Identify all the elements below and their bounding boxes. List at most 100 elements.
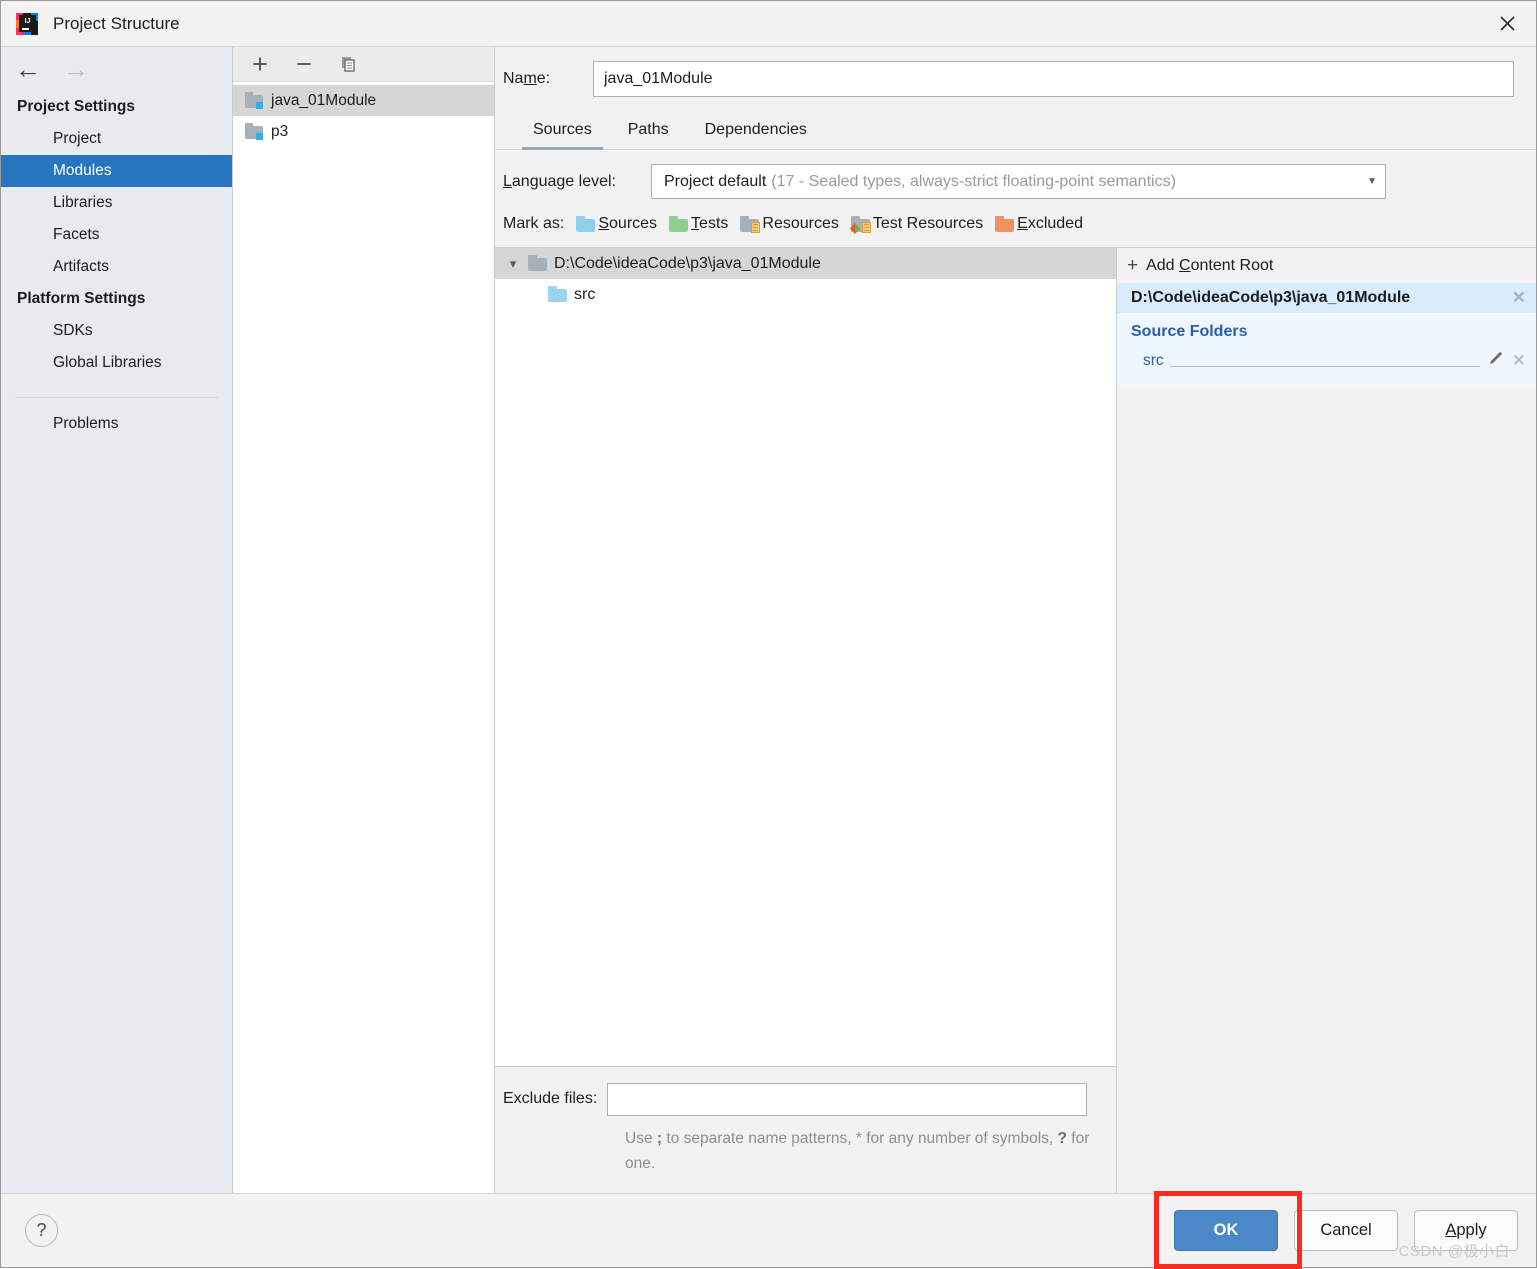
window-title: Project Structure [53,13,180,33]
language-level-label: Language level: [503,172,616,190]
exclude-hint-part-b: to separate name patterns, * for any num… [662,1129,988,1147]
mark-as-test-resources[interactable]: Test Resources [849,215,984,234]
content-root-entry[interactable]: D:\Code\ideaCode\p3\java_01Module ✕ [1117,283,1536,313]
mark-as-excluded[interactable]: Excluded [995,215,1083,233]
folder-icon [528,255,547,271]
name-label: Name: [503,70,551,87]
language-level-select[interactable]: Project default (17 - Sealed types, alwa… [651,164,1386,199]
exclude-hint-part-c: symbols, [992,1129,1058,1147]
sidebar-item-modules[interactable]: Modules [1,155,232,187]
sidebar-item-facets[interactable]: Facets [1,219,232,251]
green-diamond-icon [849,221,860,234]
sidebar-item-project[interactable]: Project [1,123,232,155]
language-level-value: Project default [664,172,767,190]
excluded-folder-icon [995,215,1015,232]
exclude-files-hint: Use ; to separate name patterns, * for a… [625,1126,1095,1177]
module-name: p3 [271,122,289,140]
exclude-files-section: Exclude files: Use ; to separate name pa… [495,1065,1116,1193]
exclude-files-input[interactable] [607,1082,1088,1116]
chevron-down-icon[interactable]: ▾ [505,256,521,272]
ok-button[interactable]: OK [1174,1210,1278,1251]
mark-as-test-resources-label: Test Resources [872,215,984,232]
tab-dependencies[interactable]: Dependencies [687,113,825,149]
mark-as-resources[interactable]: Resources [740,215,839,233]
list-item[interactable]: java_01Module [233,85,494,116]
tree-root-row[interactable]: ▾ D:\Code\ideaCode\p3\java_01Module [495,248,1116,279]
sidebar-item-artifacts[interactable]: Artifacts [1,251,232,283]
exclude-files-label: Exclude files: [503,1090,598,1108]
add-content-root-label: Add Content Root [1146,256,1274,274]
cancel-button[interactable]: Cancel [1294,1210,1398,1251]
arrow-right-icon[interactable]: → [63,56,89,82]
source-folder-row[interactable]: src ✕ [1131,351,1526,371]
module-name-row: Name: [495,47,1536,97]
sources-panes: ▾ D:\Code\ideaCode\p3\java_01Module src … [495,247,1536,1193]
source-folders-block: Source Folders src ✕ [1117,313,1536,387]
sidebar-item-problems[interactable]: Problems [1,408,232,440]
tree-empty-area [495,310,1116,1066]
tree-child-row[interactable]: src [495,279,1116,310]
tab-sources[interactable]: Sources [515,113,610,150]
content-roots-pane: + Add Content Root D:\Code\ideaCode\p3\j… [1117,248,1536,1193]
sources-folder-icon [576,215,596,232]
mark-as-row: Mark as: Sources Tests Resources Test Re… [495,199,1536,247]
modules-list: java_01Module p3 [233,82,494,1193]
plus-icon: + [1127,255,1139,276]
navigation-arrows: ← → [1,47,232,91]
language-level-detail: (17 - Sealed types, always-strict floati… [771,172,1176,190]
content-roots-empty-area [1117,387,1536,1193]
chevron-down-icon: ▼ [1367,176,1377,187]
source-folders-title: Source Folders [1131,323,1248,340]
apply-button[interactable]: Apply [1414,1210,1518,1251]
content-root-entry-path: D:\Code\ideaCode\p3\java_01Module [1131,289,1411,306]
source-folder-underline [1169,355,1480,367]
mark-as-tests[interactable]: Tests [669,215,728,233]
content-root-path: D:\Code\ideaCode\p3\java_01Module [554,254,821,272]
dialog-body: ← → Project Settings Project Modules Lib… [1,47,1536,1193]
mark-as-tests-label: Tests [691,215,729,232]
tests-folder-icon [669,215,689,232]
resources-folder-icon [740,215,761,233]
exclude-files-row: Exclude files: [503,1082,1100,1116]
close-icon[interactable] [1478,1,1536,46]
add-content-root-button[interactable]: + Add Content Root [1117,248,1536,283]
sidebar-divider [15,397,218,398]
modules-toolbar [233,47,494,82]
footer-buttons: OK Cancel Apply [1154,1191,1518,1269]
arrow-left-icon[interactable]: ← [15,56,41,82]
module-folder-icon [245,123,263,140]
language-level-row: Language level: Project default (17 - Se… [495,150,1536,199]
title-bar: IJ Project Structure [1,1,1536,47]
test-resources-folder-icon [849,215,871,234]
source-folder-name: src [574,285,596,303]
tab-paths[interactable]: Paths [610,113,687,149]
pencil-icon[interactable] [1488,351,1504,371]
help-icon[interactable]: ? [25,1214,58,1247]
mark-as-sources-label: Sources [598,215,658,232]
source-folder-icon [548,286,567,302]
mark-as-excluded-label: Excluded [1017,215,1083,232]
dialog-footer: ? OK Cancel Apply CSDN @极小白 [1,1191,1536,1269]
sidebar-group-project-settings: Project Settings [17,98,135,115]
sidebar-item-libraries[interactable]: Libraries [1,187,232,219]
list-item[interactable]: p3 [233,116,494,147]
sidebar-item-global-libraries[interactable]: Global Libraries [1,347,232,379]
module-editor: Name: Sources Paths Dependencies Languag… [495,47,1536,1193]
ok-button-wrapper: OK [1154,1191,1302,1269]
module-folder-icon [245,92,263,109]
project-structure-dialog: IJ Project Structure ← → Project Setting… [0,0,1537,1269]
copy-icon[interactable] [335,52,361,76]
close-icon[interactable]: ✕ [1512,351,1526,371]
module-name-input[interactable] [593,61,1514,97]
minus-icon[interactable] [291,52,317,76]
settings-sidebar: ← → Project Settings Project Modules Lib… [1,47,233,1193]
editor-tabs: Sources Paths Dependencies [495,113,1536,150]
sidebar-item-sdks[interactable]: SDKs [1,315,232,347]
svg-text:IJ: IJ [25,18,31,25]
modules-list-panel: java_01Module p3 [233,47,495,1193]
plus-icon[interactable] [247,52,273,76]
mark-as-sources[interactable]: Sources [576,215,657,233]
close-icon[interactable]: ✕ [1512,288,1526,308]
content-tree-pane: ▾ D:\Code\ideaCode\p3\java_01Module src … [495,248,1117,1193]
mark-as-resources-label: Resources [762,215,839,232]
